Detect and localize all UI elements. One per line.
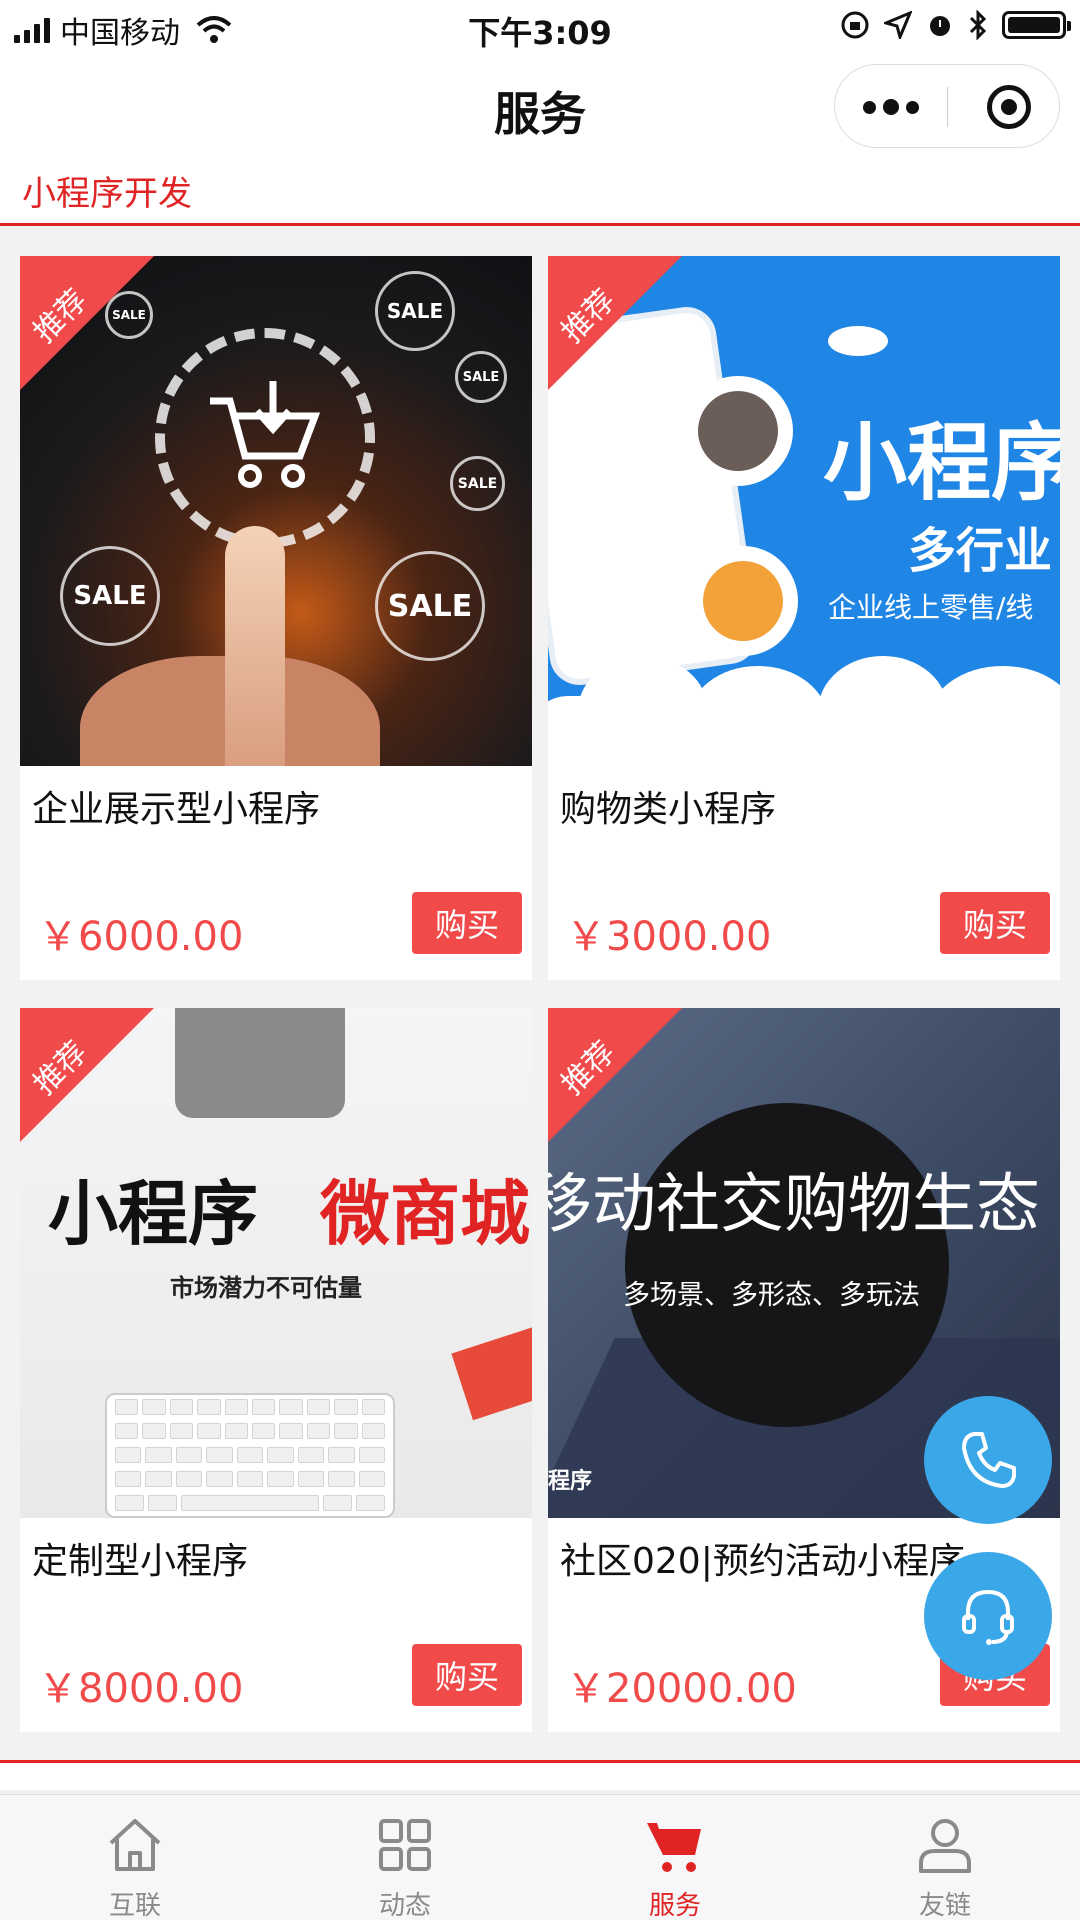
red-card-shape (451, 1325, 532, 1421)
home-icon (109, 1819, 161, 1871)
product-price: ￥6000.00 (38, 914, 244, 960)
tab-youlian[interactable]: 友链 (810, 1795, 1080, 1920)
cart-icon (647, 1823, 701, 1872)
customer-service-button[interactable] (924, 1552, 1052, 1680)
grid-icon (379, 1819, 431, 1871)
product-price: ￥20000.00 (566, 1666, 797, 1712)
buy-button[interactable]: 购买 (940, 892, 1050, 954)
cloud-shape (828, 326, 888, 356)
sale-badge: SALE (455, 351, 507, 403)
cart-icon (210, 381, 321, 488)
more-icon (863, 100, 876, 114)
product-card[interactable]: 小程序 多行业 企业线上零售/线 推荐 购物类小程序 ￥3000.00 购买 (548, 256, 1060, 980)
product-price: ￥8000.00 (38, 1666, 244, 1712)
section-title: 小程序开发 (22, 174, 192, 214)
product-card[interactable]: 小程序 微商城 市场潜力不可估量 推荐 定制型小程序 ￥8000.00 购买 (20, 1008, 532, 1732)
nav-bar: 服务 (0, 56, 1080, 156)
tab-hulian[interactable]: 互联 (0, 1795, 270, 1920)
location-icon (884, 11, 912, 39)
monitor-shape (175, 1008, 345, 1118)
buy-button[interactable]: 购买 (412, 1644, 522, 1706)
image-caption: 市场潜力不可估量 (170, 1274, 362, 1302)
tab-label: 服务 (648, 1891, 701, 1920)
cloud-shape (688, 666, 828, 766)
image-caption: 企业线上零售/线 (828, 591, 1034, 624)
dark-circle (625, 1103, 949, 1427)
sale-badge: SALE (60, 546, 160, 646)
rotation-lock-icon (841, 11, 869, 39)
image-headline: 移动社交购物生态 (548, 1168, 1040, 1242)
sale-badge: SALE (450, 456, 505, 511)
alarm-icon (930, 16, 950, 36)
battery-icon (1002, 11, 1071, 39)
product-price: ￥3000.00 (566, 914, 772, 960)
phone-call-button[interactable] (924, 1396, 1052, 1524)
mini-program-capsule (834, 64, 1060, 148)
product-name[interactable]: 购物类小程序 (560, 780, 776, 832)
status-right (840, 10, 1071, 40)
section-header: 小程序开发 (0, 156, 1080, 226)
bluetooth-icon (969, 10, 987, 40)
image-headline: 小程序 (823, 414, 1060, 512)
product-image[interactable]: 小程序 多行业 企业线上零售/线 推荐 (548, 256, 1060, 766)
product-image[interactable]: SALE SALE SALE SALE SALE SALE 推荐 (20, 256, 532, 766)
cloud-shape (928, 666, 1060, 766)
product-image[interactable]: 小程序 微商城 市场潜力不可估量 推荐 (20, 1008, 532, 1518)
close-button[interactable] (987, 85, 1031, 129)
image-subheadline: 多行业 (908, 523, 1053, 579)
next-section-header (0, 1760, 1080, 1790)
avatar-icon (688, 546, 798, 656)
image-headline-accent: 微商城 (320, 1173, 530, 1255)
sale-badge: SALE (375, 551, 485, 661)
buy-button[interactable]: 购买 (412, 892, 522, 954)
tab-label: 互联 (108, 1891, 161, 1920)
phone-icon (962, 1432, 1016, 1488)
more-button[interactable] (835, 65, 947, 149)
image-headline: 小程序 (48, 1173, 258, 1255)
tab-bar: 互联 动态 服务 友链 (0, 1794, 1080, 1920)
capsule-divider (947, 87, 948, 127)
keyboard-shape (105, 1393, 395, 1518)
close-icon (1001, 99, 1017, 115)
product-card[interactable]: SALE SALE SALE SALE SALE SALE 推荐 企业展示型小程… (20, 256, 532, 980)
status-bar: 中国移动 下午3:09 (0, 0, 1080, 56)
image-corner-text: 程序 (548, 1469, 593, 1494)
user-icon (919, 1819, 971, 1873)
product-name[interactable]: 企业展示型小程序 (32, 780, 320, 832)
tab-label: 动态 (378, 1891, 431, 1920)
finger-shape (225, 526, 285, 766)
product-name[interactable]: 社区020|预约活动小程序 (560, 1532, 965, 1584)
image-caption: 多场景、多形态、多玩法 (623, 1280, 920, 1311)
product-name[interactable]: 定制型小程序 (32, 1532, 248, 1584)
tab-label: 友链 (918, 1891, 971, 1920)
headset-icon (962, 1589, 1014, 1645)
avatar-icon (683, 376, 793, 486)
tab-dongtai[interactable]: 动态 (270, 1795, 540, 1920)
sale-badge: SALE (375, 271, 455, 351)
tab-fuwu[interactable]: 服务 (540, 1795, 810, 1920)
